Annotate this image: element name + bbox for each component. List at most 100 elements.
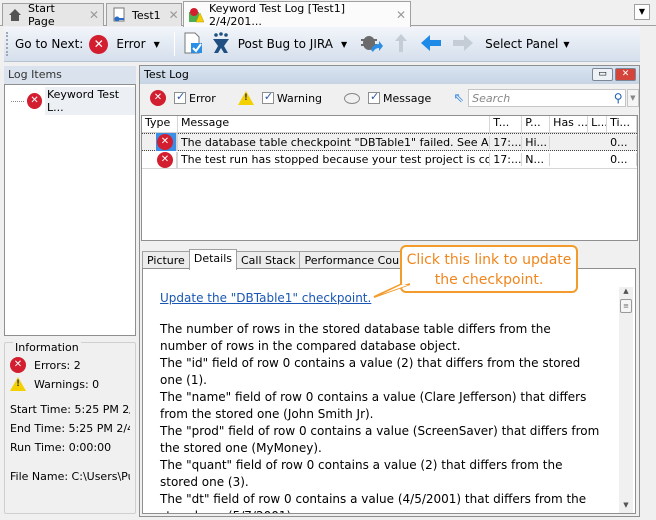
filter-error[interactable]: ✕ Error xyxy=(150,90,216,106)
select-panel-button[interactable]: Select Panel ▼ xyxy=(485,37,569,51)
details-paragraph: The "dt" field of row 0 contains a value… xyxy=(160,492,587,513)
errors-text: Errors: 2 xyxy=(34,358,81,372)
toolbar-grip[interactable] xyxy=(6,32,9,56)
go-to-parent-icon[interactable] xyxy=(393,32,409,57)
grid-header: Type Message T... P... Has ... L... Ti..… xyxy=(142,116,637,133)
scroll-up-icon[interactable]: ▲ xyxy=(619,287,633,299)
details-paragraph: The "quant" field of row 0 contains a va… xyxy=(160,458,563,489)
error-icon: ✕ xyxy=(27,93,42,109)
details-paragraph: The "prod" field of row 0 contains a val… xyxy=(160,424,600,455)
log-items-tree: ✕ Keyword Test L... xyxy=(4,84,136,336)
log-items-header: Log Items xyxy=(4,66,136,84)
chevron-down-icon: ▼ xyxy=(563,39,570,49)
information-legend: Information xyxy=(13,341,81,354)
warnings-text: Warnings: 0 xyxy=(34,377,100,391)
error-icon: ✕ xyxy=(156,134,173,150)
cursor-icon[interactable]: ⇖ xyxy=(453,91,464,106)
column-time[interactable]: T... xyxy=(490,116,523,132)
scroll-thumb[interactable]: ≡ xyxy=(620,299,632,313)
error-icon: ✕ xyxy=(156,151,173,168)
tree-item-label: Keyword Test L... xyxy=(44,87,135,115)
tab-label: Start Page xyxy=(28,2,55,28)
table-row[interactable]: ✕ The test run has stopped because your … xyxy=(142,151,637,169)
error-label: Error xyxy=(116,37,146,51)
chevron-down-icon[interactable]: ▼ xyxy=(154,40,160,49)
row-priority: N... xyxy=(522,153,551,166)
log-grid: Type Message T... P... Has ... L... Ti..… xyxy=(141,115,638,241)
tree-item-keyword-test-log[interactable]: ✕ Keyword Test L... xyxy=(5,85,135,115)
tab-list-dropdown[interactable]: ▼ xyxy=(634,4,650,20)
restore-button[interactable]: ▭ xyxy=(592,68,613,81)
tab-keyword-test-log[interactable]: Keyword Test Log [Test1] 2/4/201... ✕ xyxy=(183,1,411,28)
details-scrollbar[interactable]: ▲ ≡ ▼ xyxy=(619,287,633,513)
scroll-down-icon[interactable]: ▼ xyxy=(619,501,633,513)
row-time-interval: 0... xyxy=(607,153,637,166)
message-checkbox[interactable] xyxy=(368,90,381,104)
warning-icon xyxy=(10,377,26,391)
detail-tabs: Picture Details Call Stack Performance C… xyxy=(142,249,433,270)
home-icon xyxy=(7,7,23,23)
chevron-down-icon[interactable]: ▼ xyxy=(341,40,347,49)
close-icon[interactable]: ✕ xyxy=(169,8,179,22)
bug-forward-icon[interactable] xyxy=(359,32,384,57)
post-bug-label: Post Bug to JIRA xyxy=(237,37,333,51)
warning-icon xyxy=(237,91,254,105)
row-priority: Hi... xyxy=(522,135,551,149)
warning-filter-label: Warning xyxy=(276,91,323,105)
message-filter-label: Message xyxy=(383,91,432,105)
column-time-interval[interactable]: Ti... xyxy=(607,116,637,132)
checkpoint-icon[interactable] xyxy=(181,32,203,57)
row-message: The database table checkpoint "DBTable1"… xyxy=(178,135,491,149)
search-icon[interactable]: ⚲ xyxy=(614,91,623,105)
document-tab-strip: Start Page ✕ Test1 ✕ Keyword Test Log [T… xyxy=(0,0,656,28)
start-time: Start Time: 5:25 PM 2/4/ xyxy=(10,403,130,416)
column-priority[interactable]: P... xyxy=(522,116,551,132)
tab-test1[interactable]: Test1 ✕ xyxy=(106,3,182,26)
row-time: 17:... xyxy=(490,135,523,149)
information-panel: Information ✕ Errors: 2 Warnings: 0 Star… xyxy=(4,341,136,514)
toolbar: Go to Next: ✕ Error ▼ Post Bug to JIRA ▼… xyxy=(4,27,640,62)
end-time: End Time: 5:25 PM 2/4/2 xyxy=(10,422,130,435)
go-to-next-error-button[interactable]: ✕ Error xyxy=(89,34,146,54)
tab-label: Test1 xyxy=(132,8,161,22)
search-placeholder: Search xyxy=(472,91,511,105)
filter-message[interactable]: Message xyxy=(344,90,432,105)
run-time: Run Time: 0:00:00 xyxy=(10,441,112,454)
details-paragraph: The "name" field of row 0 contains a val… xyxy=(160,390,587,421)
row-message: The test run has stopped because your te… xyxy=(178,153,491,166)
error-checkbox[interactable] xyxy=(174,90,186,104)
tab-details[interactable]: Details xyxy=(188,249,237,270)
close-icon[interactable]: ✕ xyxy=(89,8,99,22)
tab-picture[interactable]: Picture xyxy=(142,251,190,269)
warning-checkbox[interactable] xyxy=(261,90,274,104)
row-time-interval: 0... xyxy=(607,135,637,149)
tab-label: Keyword Test Log [Test1] 2/4/201... xyxy=(209,1,346,28)
error-icon: ✕ xyxy=(89,34,109,54)
column-link[interactable]: L... xyxy=(588,116,608,132)
tab-start-page[interactable]: Start Page ✕ xyxy=(2,2,104,28)
search-input[interactable]: Search ⚲ xyxy=(468,89,626,107)
test-log-title: Test Log xyxy=(144,68,189,81)
go-to-next-label: Go to Next: xyxy=(15,37,84,51)
tab-call-stack[interactable]: Call Stack xyxy=(235,251,301,269)
test-log-header: Test Log ▭ ✕ xyxy=(140,66,639,84)
callout-pointer xyxy=(373,283,410,298)
search-options-dropdown[interactable]: ▼ xyxy=(626,89,639,107)
details-paragraph: The number of rows in the stored databas… xyxy=(160,322,551,353)
table-row[interactable]: ✕ The database table checkpoint "DBTable… xyxy=(142,133,637,151)
close-icon[interactable]: ✕ xyxy=(396,8,406,22)
warnings-count: Warnings: 0 xyxy=(10,377,130,391)
back-arrow-icon[interactable] xyxy=(419,33,443,56)
keyword-test-icon xyxy=(111,7,127,23)
close-panel-button[interactable]: ✕ xyxy=(615,68,636,81)
column-type[interactable]: Type xyxy=(142,116,178,132)
details-paragraph: The "id" field of row 0 contains a value… xyxy=(160,356,581,387)
details-panel: Update the "DBTable1" checkpoint. The nu… xyxy=(142,268,636,514)
column-message[interactable]: Message xyxy=(178,116,491,132)
callout-tooltip: Click this link to update the checkpoint… xyxy=(400,245,578,293)
file-name: File Name: C:\Users\Pub xyxy=(10,470,130,483)
column-has-picture[interactable]: Has ... xyxy=(550,116,589,132)
forward-arrow-icon[interactable] xyxy=(451,33,475,56)
filter-warning[interactable]: Warning xyxy=(237,90,323,105)
post-bug-to-jira-button[interactable]: Post Bug to JIRA xyxy=(211,31,333,57)
